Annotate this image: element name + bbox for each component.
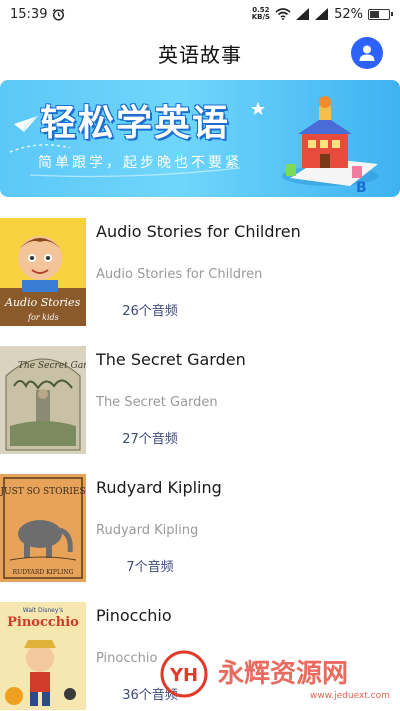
book-subtitle: Audio Stories for Children xyxy=(96,267,263,282)
status-bar: 15:39 0.52 KB/S 52% xyxy=(0,0,400,28)
wifi-icon xyxy=(275,8,291,20)
audio-count: 7个音频 xyxy=(126,560,174,575)
banner-title: 轻松学英语 xyxy=(40,103,231,144)
watermark-text: 永辉资源网 xyxy=(218,659,348,689)
book-title: Audio Stories for Children xyxy=(96,222,301,241)
signal-icon xyxy=(315,8,329,20)
svg-text:B: B xyxy=(356,180,367,196)
book-subtitle: Rudyard Kipling xyxy=(96,523,199,538)
audio-count: 26个音频 xyxy=(122,304,178,319)
page-title: 英语故事 xyxy=(158,42,242,67)
status-time: 15:39 xyxy=(10,6,48,22)
network-speed-unit: KB/S xyxy=(251,13,271,21)
book-subtitle: Pinocchio xyxy=(96,651,158,666)
battery-icon xyxy=(368,8,393,20)
cover-text-sub: Walt Disney's xyxy=(23,607,63,614)
list-item[interactable]: JUST SO STORIES RUDYARD KIPLING Rudyard … xyxy=(0,470,400,598)
school-illustration: B xyxy=(282,96,378,196)
cover-text-sub: RUDYARD KIPLING xyxy=(13,569,74,576)
watermark-logo: YH xyxy=(169,665,198,686)
book-cover: Walt Disney's Pinocchio xyxy=(0,602,86,710)
signal-icon xyxy=(296,8,310,20)
book-cover: JUST SO STORIES RUDYARD KIPLING xyxy=(0,474,86,582)
book-title: Pinocchio xyxy=(96,606,172,625)
list-item[interactable]: Audio Stories for kids Audio Stories for… xyxy=(0,214,400,342)
battery-level xyxy=(370,10,379,18)
audio-count: 27个音频 xyxy=(122,432,178,447)
alarm-icon xyxy=(53,8,65,21)
battery-percent: 52% xyxy=(334,6,363,22)
user-avatar-button[interactable] xyxy=(351,37,383,69)
watermark-url: www.jeduext.com xyxy=(310,691,390,701)
banner-subtitle: 简单跟学，起步晚也不要紧 xyxy=(38,155,242,171)
site-watermark: YH 永辉资源网 www.jeduext.com xyxy=(160,650,390,701)
cover-text: JUST SO STORIES xyxy=(0,487,86,497)
book-title: The Secret Garden xyxy=(96,350,246,369)
cover-text: The Secret Garden xyxy=(18,361,86,371)
cover-text: Audio Stories xyxy=(4,296,81,309)
book-subtitle: The Secret Garden xyxy=(96,395,218,410)
book-title: Rudyard Kipling xyxy=(96,478,222,497)
book-list: Audio Stories for kids Audio Stories for… xyxy=(0,214,400,711)
promo-banner[interactable]: B 轻松学英语 简单跟学，起步晚也不要紧 xyxy=(0,80,400,197)
book-cover: The Secret Garden xyxy=(0,346,86,454)
cover-text-sub: for kids xyxy=(27,313,59,322)
paper-plane-icon xyxy=(14,115,39,133)
cover-text: Pinocchio xyxy=(7,615,79,630)
network-speed: 0.52 KB/S xyxy=(252,7,270,21)
user-avatar-icon xyxy=(359,45,375,61)
book-cover: Audio Stories for kids xyxy=(0,218,86,326)
list-item[interactable]: The Secret Garden The Secret Garden The … xyxy=(0,342,400,470)
app-bar: 英语故事 xyxy=(0,28,400,78)
